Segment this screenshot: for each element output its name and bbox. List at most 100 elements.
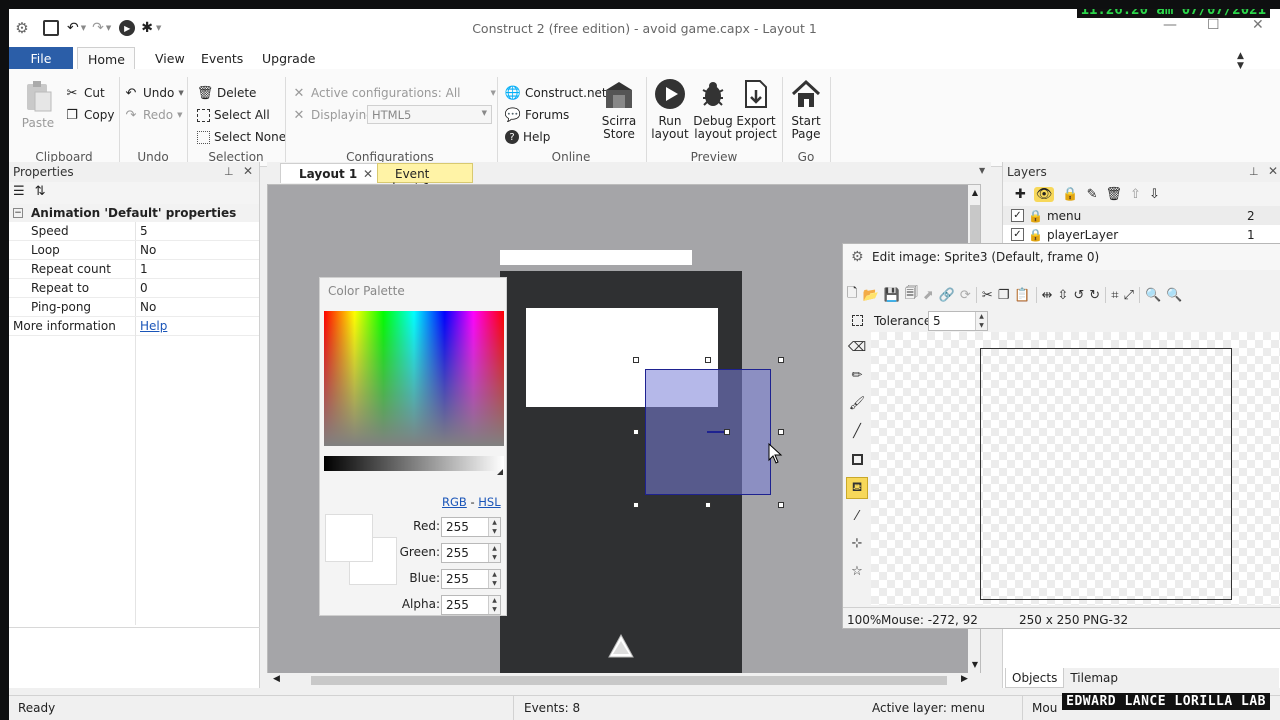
property-row-ping-pong[interactable]: Ping-pong No xyxy=(9,298,259,317)
categorized-icon[interactable]: ☰ xyxy=(13,184,25,202)
move-down-icon[interactable]: ⇩ xyxy=(1149,187,1160,202)
property-value[interactable]: 1 xyxy=(135,260,148,278)
forums-link[interactable]: 💬 Forums xyxy=(505,106,569,124)
property-row-repeat-to[interactable]: Repeat to 0 xyxy=(9,279,259,298)
rectangle-select-icon[interactable] xyxy=(848,311,866,329)
resize-handle[interactable] xyxy=(633,429,639,435)
resize-handle[interactable] xyxy=(778,429,784,435)
spinner-icon[interactable]: ▲ ▼ xyxy=(488,518,500,536)
tab-file[interactable]: File xyxy=(9,47,73,70)
flip-vertical-icon[interactable]: ⇳ xyxy=(1057,288,1068,303)
origin-handle[interactable] xyxy=(724,429,730,435)
delete-layer-icon[interactable]: 🗑 xyxy=(1106,187,1123,202)
scroll-up-icon[interactable]: ▲ xyxy=(968,188,980,197)
scroll-down-icon[interactable]: ▼ xyxy=(968,660,980,669)
crop-icon[interactable]: ⌗ xyxy=(1111,288,1118,303)
pin-icon[interactable]: ⊥ xyxy=(224,165,234,178)
tab-upgrade[interactable]: Upgrade xyxy=(252,47,325,70)
start-page-button[interactable]: Start Page xyxy=(786,77,826,141)
help-link[interactable]: ? Help xyxy=(505,128,550,146)
tab-home[interactable]: Home xyxy=(77,47,135,70)
zoom-in-icon[interactable]: 🔍 xyxy=(1145,288,1161,303)
copy-icon[interactable]: ❐ xyxy=(998,288,1010,303)
help-link[interactable]: Help xyxy=(135,317,167,335)
open-icon[interactable]: 📂 xyxy=(862,288,878,303)
layer-visible-checkbox[interactable]: ✓ xyxy=(1011,228,1024,241)
collapse-icon[interactable]: − xyxy=(13,208,23,218)
tab-event-sheet-1[interactable]: Event sheet 1 xyxy=(377,163,473,195)
eraser-icon[interactable]: ⌫ xyxy=(848,338,866,356)
panel-close-icon[interactable]: ✕ xyxy=(1268,164,1278,178)
layer-lock-icon[interactable]: 🔒 xyxy=(1028,209,1043,223)
resize-handle[interactable] xyxy=(705,357,711,363)
maximize-icon[interactable]: ☐ xyxy=(1207,17,1220,33)
scroll-right-icon[interactable]: ▶ xyxy=(961,674,968,684)
luminance-slider[interactable] xyxy=(324,456,504,471)
green-input[interactable]: 255 ▲ ▼ xyxy=(441,543,501,563)
cut-button[interactable]: ✂ Cut xyxy=(64,84,105,102)
image-canvas[interactable] xyxy=(871,332,1280,605)
layer-row-menu[interactable]: ✓ 🔒 menu 2 xyxy=(1003,206,1280,225)
layer-lock-icon[interactable]: 🔒 xyxy=(1028,228,1043,242)
resize-handle[interactable] xyxy=(778,357,784,363)
export-image-icon[interactable]: ⬈ xyxy=(923,288,934,303)
layer-visible-checkbox[interactable]: ✓ xyxy=(1011,209,1024,222)
paste-button[interactable]: Paste xyxy=(21,79,55,130)
undo-button[interactable]: ↶ Undo ▼ xyxy=(123,84,184,102)
add-layer-icon[interactable]: ✚ xyxy=(1015,187,1026,202)
redo-dropdown-icon[interactable]: ▼ xyxy=(177,111,182,119)
minimize-icon[interactable]: — xyxy=(1163,17,1177,33)
save-icon[interactable]: 💾 xyxy=(884,288,900,303)
flip-horizontal-icon[interactable]: ⇹ xyxy=(1042,288,1053,303)
line-tool-icon[interactable]: ╱ xyxy=(848,422,866,440)
pencil-icon[interactable]: ✏ xyxy=(848,366,866,384)
property-value[interactable]: No xyxy=(135,241,156,259)
property-value[interactable]: 5 xyxy=(135,222,148,240)
alpha-input[interactable]: 255 ▲ ▼ xyxy=(441,595,501,615)
close-icon[interactable]: ✕ xyxy=(1252,17,1264,33)
lock-icon[interactable]: 🔒 xyxy=(1062,187,1078,202)
rgb-link[interactable]: RGB xyxy=(442,495,467,509)
horizontal-scrollbar[interactable]: ◀ ▶ xyxy=(267,673,981,688)
link-icon[interactable]: 🔗 xyxy=(939,288,955,303)
tab-close-icon[interactable]: ✕ xyxy=(363,167,373,181)
property-value[interactable]: 0 xyxy=(135,279,148,297)
zoom-out-icon[interactable]: 🔍 xyxy=(1166,288,1182,303)
resize-icon[interactable]: ⤢ xyxy=(1124,288,1134,303)
properties-section-header[interactable]: − Animation 'Default' properties xyxy=(9,204,259,222)
construct-net-link[interactable]: 🌐 Construct.net xyxy=(505,84,607,102)
refresh-icon[interactable]: ⟳ xyxy=(960,288,971,303)
layer-row-playerlayer[interactable]: ✓ 🔒 playerLayer 1 xyxy=(1003,225,1280,244)
copy-button[interactable]: ❐ Copy xyxy=(64,106,114,124)
paste-icon[interactable]: 📋 xyxy=(1014,288,1030,303)
property-row-speed[interactable]: Speed 5 xyxy=(9,222,259,241)
resize-handle[interactable] xyxy=(778,502,784,508)
hsl-link[interactable]: HSL xyxy=(478,495,500,509)
sort-az-icon[interactable]: ⇅ xyxy=(35,184,46,202)
move-up-icon[interactable]: ⇧ xyxy=(1130,187,1141,202)
resize-handle[interactable] xyxy=(633,502,639,508)
spinner-icon[interactable]: ▲ ▼ xyxy=(488,570,500,588)
cut-icon[interactable]: ✂ xyxy=(982,288,993,303)
brush-icon[interactable]: 🖌 xyxy=(848,394,866,412)
origin-point-icon[interactable]: ⊹ xyxy=(848,534,866,552)
tabs-dropdown-icon[interactable]: ▼ xyxy=(979,166,985,175)
property-value[interactable]: No xyxy=(135,298,156,316)
spinner-icon[interactable]: ▲ ▼ xyxy=(488,544,500,562)
tab-events[interactable]: Events xyxy=(191,47,253,70)
tab-tilemap[interactable]: Tilemap xyxy=(1064,668,1124,688)
select-all-button[interactable]: Select All xyxy=(197,106,270,124)
resize-handle[interactable] xyxy=(705,502,711,508)
debug-layout-button[interactable]: Debug layout xyxy=(692,77,734,141)
blue-input[interactable]: 255 ▲ ▼ xyxy=(441,569,501,589)
spinner-icon[interactable]: ▲ ▼ xyxy=(975,312,987,330)
displaying-select[interactable]: HTML5 ▼ xyxy=(367,105,492,124)
slider-marker-icon[interactable] xyxy=(497,469,503,475)
run-layout-button[interactable]: Run layout xyxy=(650,77,690,141)
eye-icon[interactable]: 👁 xyxy=(1033,186,1055,202)
rotate-cw-icon[interactable]: ↻ xyxy=(1089,288,1100,303)
ribbon-collapse-icon[interactable]: ▲ ▼ xyxy=(1237,51,1244,71)
rectangle-tool-icon[interactable] xyxy=(848,450,866,468)
redo-button[interactable]: ↷ Redo ▼ xyxy=(123,106,183,124)
scroll-left-icon[interactable]: ◀ xyxy=(273,674,280,684)
